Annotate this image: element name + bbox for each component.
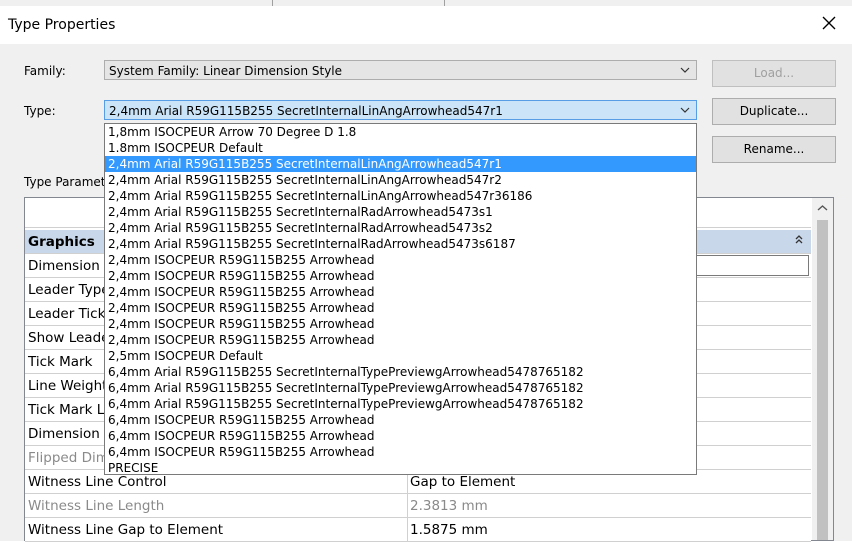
dialog-title: Type Properties	[8, 17, 116, 33]
parameter-name: Leader Type	[28, 282, 110, 298]
parameter-row[interactable]: Witness Line Gap to Element 1.5875 mm	[25, 518, 811, 542]
parameter-name: Leader Tick	[28, 306, 106, 322]
type-dropdown-list[interactable]: 1,8mm ISOCPEUR Arrow 70 Degree D 1.8 1.8m…	[104, 123, 697, 475]
type-option[interactable]: 6,4mm Arial R59G115B255 SecretInternalTy…	[105, 396, 696, 412]
parameter-value: Gap to Element	[410, 474, 516, 490]
family-label: Family:	[24, 64, 66, 78]
parameter-value: 2.3813 mm	[410, 498, 488, 514]
type-option[interactable]: 2,4mm Arial R59G115B255 SecretInternalRa…	[105, 236, 696, 252]
type-option[interactable]: 2,4mm ISOCPEUR R59G115B255 Arrowhead	[105, 268, 696, 284]
group-label: Graphics	[28, 234, 95, 250]
rename-button[interactable]: Rename...	[712, 136, 836, 163]
collapse-icon	[795, 235, 803, 244]
type-option[interactable]: 2,4mm Arial R59G115B255 SecretInternalLi…	[105, 172, 696, 188]
title-bar	[0, 6, 852, 44]
type-option[interactable]: 2,4mm Arial R59G115B255 SecretInternalLi…	[105, 156, 696, 172]
family-combo-value: System Family: Linear Dimension Style	[109, 64, 343, 78]
type-option[interactable]: 6,4mm ISOCPEUR R59G115B255 Arrowhead	[105, 428, 696, 444]
type-option[interactable]: 2,4mm ISOCPEUR R59G115B255 Arrowhead	[105, 316, 696, 332]
scrollbar-thumb[interactable]	[817, 220, 828, 540]
type-option[interactable]: 2,4mm ISOCPEUR R59G115B255 Arrowhead	[105, 284, 696, 300]
parameter-name: Show Leade	[28, 330, 110, 346]
type-option[interactable]: 6,4mm ISOCPEUR R59G115B255 Arrowhead	[105, 444, 696, 460]
type-option[interactable]: 6,4mm ISOCPEUR R59G115B255 Arrowhead	[105, 412, 696, 428]
column-divider	[407, 518, 408, 541]
close-icon	[822, 16, 836, 30]
chevron-down-icon	[680, 67, 690, 73]
parameter-name: Witness Line Gap to Element	[28, 522, 224, 538]
duplicate-button[interactable]: Duplicate...	[712, 98, 836, 125]
parameter-value: 1.5875 mm	[410, 522, 488, 538]
type-option[interactable]: 2,4mm Arial R59G115B255 SecretInternalRa…	[105, 204, 696, 220]
family-combo[interactable]: System Family: Linear Dimension Style	[104, 60, 697, 80]
type-combo[interactable]: 2,4mm Arial R59G115B255 SecretInternalLi…	[104, 100, 697, 120]
type-option[interactable]: PRECISE	[105, 460, 696, 474]
close-button[interactable]	[818, 12, 840, 34]
parameter-row[interactable]: Witness Line Length 2.3813 mm	[25, 494, 811, 518]
type-option[interactable]: 2,5mm ISOCPEUR Default	[105, 348, 696, 364]
type-label: Type:	[24, 104, 56, 118]
type-option[interactable]: 2,4mm ISOCPEUR R59G115B255 Arrowhead	[105, 252, 696, 268]
parameter-name: Flipped Dim	[28, 450, 109, 466]
load-button[interactable]: Load...	[712, 60, 836, 87]
chevron-down-icon	[680, 107, 690, 113]
parameter-name: Witness Line Control	[28, 474, 167, 490]
parameter-name: Dimension	[28, 258, 100, 274]
type-option[interactable]: 2,4mm Arial R59G115B255 SecretInternalRa…	[105, 220, 696, 236]
parameter-name: Dimension	[28, 426, 100, 442]
type-option[interactable]: 2,4mm ISOCPEUR R59G115B255 Arrowhead	[105, 332, 696, 348]
type-combo-value: 2,4mm Arial R59G115B255 SecretInternalLi…	[109, 104, 503, 118]
scroll-up-icon[interactable]	[817, 204, 828, 212]
type-option[interactable]: 6,4mm Arial R59G115B255 SecretInternalTy…	[105, 380, 696, 396]
type-option[interactable]: 2,4mm ISOCPEUR R59G115B255 Arrowhead	[105, 300, 696, 316]
type-option[interactable]: 6,4mm Arial R59G115B255 SecretInternalTy…	[105, 364, 696, 380]
type-parameters-label: Type Paramet	[24, 175, 106, 189]
column-divider	[407, 494, 408, 517]
parameter-name: Witness Line Length	[28, 498, 165, 514]
type-option[interactable]: 1,8mm ISOCPEUR Arrow 70 Degree D 1.8	[105, 124, 696, 140]
parameter-name: Tick Mark	[28, 354, 93, 370]
type-option[interactable]: 2,4mm Arial R59G115B255 SecretInternalLi…	[105, 188, 696, 204]
type-option[interactable]: 1.8mm ISOCPEUR Default	[105, 140, 696, 156]
parameter-name: Tick Mark L	[28, 402, 105, 418]
parameter-name: Line Weight	[28, 378, 108, 394]
